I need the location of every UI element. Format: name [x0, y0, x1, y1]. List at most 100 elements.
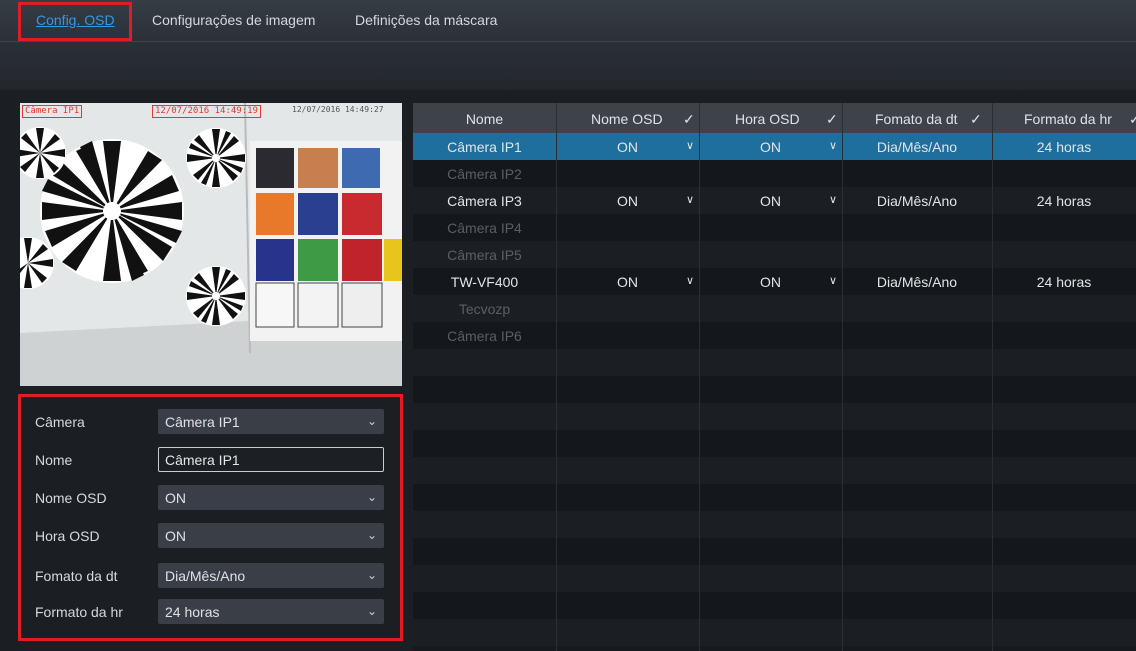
cell-time-format [992, 214, 1136, 241]
cell-osd-name[interactable]: ON [556, 187, 699, 214]
camera-select-value: Câmera IP1 [165, 414, 240, 430]
form-row-date-format: Fomato da dt Dia/Mês/Ano ⌄ [21, 563, 400, 589]
cell-date-format [842, 160, 992, 187]
cell-time-format[interactable]: 24 horas [992, 268, 1136, 295]
chevron-down-icon[interactable]: ∨ [683, 268, 697, 295]
cell-osd-name [556, 160, 699, 187]
camera-timestamp: 12/07/2016 14:49:27 [292, 105, 384, 114]
column-divider [992, 103, 993, 651]
osd-time-overlay[interactable]: 12/07/2016 14:49:19 [152, 105, 261, 118]
table-row[interactable]: TW-VF400 ON ∨ ON ∨ Dia/Mês/Ano 24 horas [413, 268, 1136, 295]
osd-name-label: Nome OSD [35, 490, 107, 506]
camera-label: Câmera [35, 414, 85, 430]
cell-osd-time[interactable]: ON [699, 133, 842, 160]
chevron-down-icon[interactable]: ∨ [683, 133, 697, 160]
table-row[interactable]: Câmera IP2 [413, 160, 1136, 187]
cell-date-format[interactable]: Dia/Mês/Ano [842, 133, 992, 160]
cell-osd-time[interactable]: ON [699, 268, 842, 295]
table-row [413, 592, 1136, 619]
table-row[interactable]: Câmera IP5 [413, 241, 1136, 268]
chevron-down-icon: ⌄ [366, 568, 377, 582]
chevron-down-icon[interactable]: ∨ [826, 187, 840, 214]
column-header-name: Nome [465, 111, 504, 127]
osd-time-select-value: ON [165, 528, 186, 544]
cell-time-format [992, 322, 1136, 349]
column-header-date-format: Fomato da dt [875, 111, 958, 127]
cell-name: Câmera IP4 [447, 220, 522, 236]
cell-name: Câmera IP2 [447, 166, 522, 182]
chevron-down-icon[interactable]: ∨ [826, 268, 840, 295]
column-header-osd-name: Nome OSD [591, 111, 663, 127]
cell-time-format[interactable]: 24 horas [992, 187, 1136, 214]
chevron-down-icon[interactable]: ✓ [1129, 103, 1136, 133]
cell-name: Câmera IP1 [447, 139, 522, 155]
cell-osd-name[interactable]: ON [556, 268, 699, 295]
column-header-time-format: Formato da hr [1024, 111, 1112, 127]
chevron-down-icon[interactable]: ∨ [683, 187, 697, 214]
color-checker-chart [250, 141, 402, 341]
chevron-down-icon[interactable]: ✓ [683, 103, 695, 133]
form-row-time-format: Formato da hr 24 horas ⌄ [21, 599, 400, 625]
time-format-label: Formato da hr [35, 604, 123, 620]
table-row[interactable]: Câmera IP4 [413, 214, 1136, 241]
table-row[interactable]: Câmera IP6 [413, 322, 1136, 349]
table-header: Nome Nome OSD ✓ Hora OSD ✓ Fomato da dt … [413, 103, 1136, 133]
cell-date-format[interactable]: Dia/Mês/Ano [842, 187, 992, 214]
column-divider [842, 103, 843, 651]
table-row [413, 457, 1136, 484]
chevron-down-icon[interactable]: ∨ [826, 133, 840, 160]
camera-osd-table: Nome Nome OSD ✓ Hora OSD ✓ Fomato da dt … [413, 103, 1136, 651]
highlight-box-tab [18, 2, 132, 41]
siemens-star-small [186, 266, 246, 326]
chevron-down-icon: ⌄ [366, 414, 377, 428]
cell-time-format[interactable]: 24 horas [992, 133, 1136, 160]
table-row [413, 403, 1136, 430]
table-row[interactable]: Câmera IP1 ON ∨ ON ∨ Dia/Mês/Ano 24 horas [413, 133, 1136, 160]
chevron-down-icon: ⌄ [366, 604, 377, 618]
name-label: Nome [35, 452, 73, 468]
cell-time-format [992, 160, 1136, 187]
cell-osd-name [556, 295, 699, 322]
osd-settings-form: Câmera Câmera IP1 ⌄ Nome Câmera IP1 Nome… [18, 394, 403, 641]
name-input[interactable]: Câmera IP1 [158, 447, 384, 472]
date-format-select[interactable]: Dia/Mês/Ano ⌄ [158, 563, 384, 588]
column-divider [556, 103, 557, 651]
table-row[interactable]: Tecvozp [413, 295, 1136, 322]
osd-name-overlay[interactable]: Câmera IP1 [22, 105, 83, 118]
chevron-down-icon[interactable]: ✓ [970, 103, 982, 133]
osd-time-label: Hora OSD [35, 528, 100, 544]
time-format-select-value: 24 horas [165, 604, 220, 620]
tab-image-settings[interactable]: Configurações de imagem [152, 12, 315, 28]
cell-osd-time [699, 295, 842, 322]
cell-date-format [842, 322, 992, 349]
chevron-down-icon[interactable]: ✓ [826, 103, 838, 133]
cell-osd-name [556, 214, 699, 241]
osd-time-select[interactable]: ON ⌄ [158, 523, 384, 548]
cell-osd-name [556, 241, 699, 268]
osd-name-select[interactable]: ON ⌄ [158, 485, 384, 510]
tab-mask-settings[interactable]: Definições da máscara [355, 12, 497, 28]
cell-date-format[interactable]: Dia/Mês/Ano [842, 268, 992, 295]
date-format-label: Fomato da dt [35, 568, 118, 584]
column-header-osd-time: Hora OSD [735, 111, 800, 127]
cell-name: Tecvozp [458, 301, 511, 317]
camera-select[interactable]: Câmera IP1 ⌄ [158, 409, 384, 434]
cell-time-format [992, 241, 1136, 268]
camera-preview[interactable]: Câmera IP1 12/07/2016 14:49:19 12/07/201… [20, 103, 402, 386]
cell-osd-time[interactable]: ON [699, 187, 842, 214]
cell-date-format [842, 214, 992, 241]
table-row [413, 430, 1136, 457]
chevron-down-icon: ⌄ [366, 490, 377, 504]
time-format-select[interactable]: 24 horas ⌄ [158, 599, 384, 624]
table-row [413, 538, 1136, 565]
form-row-osd-name: Nome OSD ON ⌄ [21, 485, 400, 511]
toolbar [0, 42, 1136, 90]
cell-time-format [992, 295, 1136, 322]
cell-osd-name[interactable]: ON [556, 133, 699, 160]
preview-image [20, 103, 402, 386]
chevron-down-icon: ⌄ [366, 528, 377, 542]
form-row-name: Nome Câmera IP1 [21, 447, 400, 473]
table-row [413, 376, 1136, 403]
tab-bar: Config. OSD Configurações de imagem Defi… [0, 0, 1136, 42]
table-row[interactable]: Câmera IP3 ON ∨ ON ∨ Dia/Mês/Ano 24 horas [413, 187, 1136, 214]
